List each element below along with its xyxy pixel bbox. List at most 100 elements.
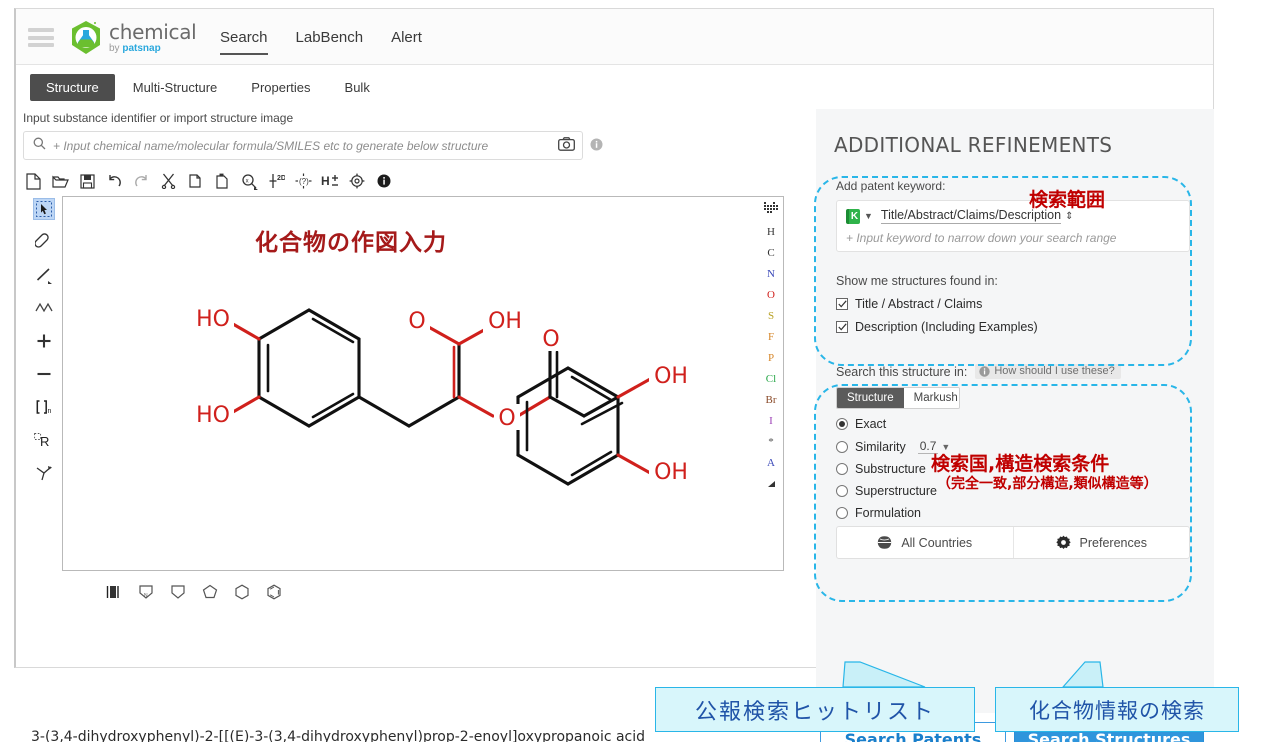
cyclopentadiene-template-icon[interactable] [170,584,188,602]
search-input-row: + Input chemical name/molecular formula/… [23,131,603,160]
checkbox-description[interactable]: Description (Including Examples) [816,311,1214,334]
element-N[interactable]: N [767,269,775,280]
camera-upload-icon[interactable] [558,137,575,156]
chain-tool-icon[interactable] [33,297,55,319]
undo-icon[interactable] [105,172,123,190]
top-navigation-bar: chemical by patsnap Search LabBench Aler… [16,9,1213,65]
nav-item-alert[interactable]: Alert [377,9,436,65]
text-label-tool-icon[interactable] [106,584,124,602]
radio-label-formulation: Formulation [855,506,921,520]
periodic-table-icon[interactable] [764,202,778,217]
element-H[interactable]: H [767,227,775,238]
copy-icon[interactable] [186,172,204,190]
element-I[interactable]: I [769,416,773,427]
radio-selected-icon [836,418,848,430]
search-input[interactable]: + Input chemical name/molecular formula/… [23,131,583,160]
element-any[interactable]: * [768,437,774,448]
element-Cl[interactable]: Cl [766,374,776,385]
logo-by: by [109,43,123,54]
checkbox-checked-icon [836,321,848,333]
atom-label-HO-1: HO [196,307,230,332]
panel-button-row: All Countries Preferences [836,526,1190,559]
element-more-icon[interactable] [766,479,776,492]
tab-properties[interactable]: Properties [235,74,326,101]
hydrogen-charge-icon[interactable]: H [321,172,339,190]
benzene-template-icon[interactable] [266,584,284,602]
structure-editor-column: Input substance identifier or import str… [16,109,816,742]
r-group-icon[interactable]: R [33,429,55,451]
radio-label-similarity: Similarity [855,439,906,454]
element-A[interactable]: A [767,458,775,469]
callout-search-patents: 公報検索ヒットリスト [655,687,975,732]
unknown-atom-icon[interactable]: (?) [294,172,312,190]
select-tool-icon[interactable] [33,198,55,220]
pyrrole-template-icon[interactable]: N [138,584,156,602]
radio-unselected-icon [836,507,848,519]
eraser-tool-icon[interactable] [33,231,55,253]
preferences-button[interactable]: Preferences [1014,527,1190,558]
nav-item-labbench[interactable]: LabBench [282,9,378,65]
cyclohexane-template-icon[interactable] [234,584,252,602]
radio-unselected-icon [836,440,848,453]
checkbox-title-abstract-claims[interactable]: Title / Abstract / Claims [816,288,1214,311]
panel-title: ADDITIONAL REFINEMENTS [834,133,1113,157]
radio-label-exact: Exact [855,417,887,431]
logo-brand: patsnap [122,43,161,54]
element-Br[interactable]: Br [766,395,777,406]
mode-markush[interactable]: Markush [903,388,959,408]
radio-formulation[interactable]: Formulation [816,498,1214,520]
keyword-badge-caret-icon[interactable]: ▼ [864,211,873,221]
mode-structure[interactable]: Structure [837,388,904,408]
element-F[interactable]: F [768,332,774,343]
layout-2d-icon[interactable]: 2D [267,172,285,190]
search-info-icon[interactable] [590,138,603,156]
cyclopentane-template-icon[interactable] [202,584,220,602]
how-to-use-help[interactable]: How should I use these? [975,364,1121,379]
logo-text-primary: chemical [109,20,197,44]
editor-info-icon[interactable] [375,172,393,190]
radio-exact[interactable]: Exact [816,409,1214,431]
cut-icon[interactable] [159,172,177,190]
single-bond-tool-icon[interactable] [33,264,55,286]
compound-name: 3-(3,4-dihydroxyphenyl)-2-[[(E)-3-(3,4-d… [31,729,646,742]
settings-gear-icon[interactable] [348,172,366,190]
screenshot-root: chemical by patsnap Search LabBench Aler… [0,0,1261,742]
tab-structure[interactable]: Structure [30,73,115,101]
nav-item-search[interactable]: Search [206,9,282,65]
additional-refinements-panel: ADDITIONAL REFINEMENTS Add patent keywor… [816,109,1214,713]
app-logo[interactable]: chemical by patsnap [69,20,197,56]
preferences-label: Preferences [1079,535,1147,550]
tab-bulk[interactable]: Bulk [329,74,386,101]
element-O[interactable]: O [767,290,775,301]
increase-charge-icon[interactable] [33,330,55,352]
save-icon[interactable] [78,172,96,190]
keyword-field-selector-row: K ▼ Title/Abstract/Claims/Description ⇕ [846,208,1180,224]
keyword-scope-stepper-icon[interactable]: ⇕ [1065,211,1073,222]
gear-icon [1055,535,1071,550]
zoom-select-icon[interactable]: x [240,172,258,190]
redo-icon[interactable] [132,172,150,190]
how-to-use-label: How should I use these? [994,365,1115,377]
paste-icon[interactable] [213,172,231,190]
atom-label-O-ester: O [498,406,515,431]
search-input-label: Input substance identifier or import str… [23,111,294,125]
hamburger-menu-icon[interactable] [28,28,54,47]
radio-label-superstructure: Superstructure [855,484,937,498]
stereo-tool-icon[interactable] [33,462,55,484]
sub-tab-bar: Structure Multi-Structure Properties Bul… [16,65,1213,109]
all-countries-button[interactable]: All Countries [837,527,1014,558]
checkbox-label-description: Description (Including Examples) [855,320,1038,334]
help-info-icon [979,365,991,377]
molecule-canvas[interactable]: 化合物の作図入力 HO HO O OH O O OH OH H C N O S … [62,196,784,571]
keyword-input-box[interactable]: K ▼ Title/Abstract/Claims/Description ⇕ … [836,200,1190,252]
decrease-charge-icon[interactable] [33,363,55,385]
open-folder-icon[interactable] [51,172,69,190]
svg-text:N: N [144,593,148,599]
element-S[interactable]: S [768,311,774,322]
all-countries-label: All Countries [901,535,973,550]
bracket-repeat-icon[interactable]: n [33,396,55,418]
element-C[interactable]: C [767,248,774,259]
tab-multi-structure[interactable]: Multi-Structure [117,74,234,101]
element-P[interactable]: P [768,353,774,364]
new-file-icon[interactable] [24,172,42,190]
